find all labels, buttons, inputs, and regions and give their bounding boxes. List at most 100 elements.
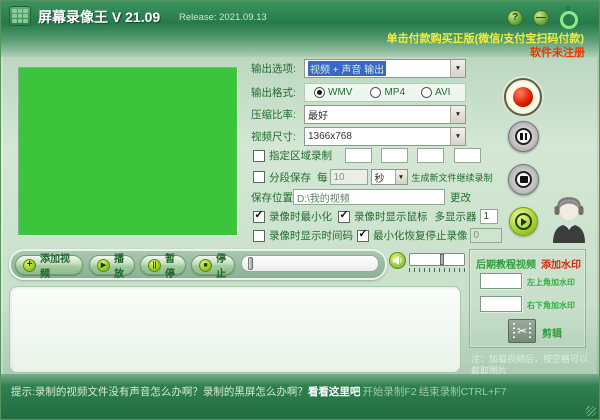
checkbox-segment-save[interactable] (253, 171, 265, 183)
pause-icon (515, 128, 532, 145)
check-icon: ✓ (358, 228, 368, 240)
checkbox-show-cursor[interactable]: ✓ (338, 210, 350, 223)
chevron-down-icon[interactable]: ▼ (450, 60, 465, 77)
multi-display-label: 多显示器 (434, 211, 477, 223)
pause-icon: || (148, 258, 161, 272)
save-location-input[interactable]: D:\我的视频 (293, 189, 445, 205)
pause-record-button[interactable] (508, 121, 539, 152)
compression-label: 压缩比率: (251, 109, 296, 121)
checkbox-minimize-on-record[interactable]: ✓ (253, 210, 265, 223)
video-preview-area (18, 67, 238, 236)
radio-wmv-label: WMV (328, 87, 353, 98)
watermark-label-1: 左上角加水印 (527, 278, 575, 287)
play-record-button[interactable] (509, 207, 538, 236)
segment-unit-select[interactable]: 秒 ▼ (370, 169, 408, 185)
watermark-input-1[interactable] (480, 273, 522, 289)
radio-avi-label: AVI (435, 87, 451, 98)
record-options-row-2: 录像时显示时间码 ✓ 最小化恢复停止录像 0 (253, 228, 502, 243)
change-location-button[interactable]: 更改 (450, 190, 471, 205)
chevron-down-icon[interactable]: ▼ (450, 106, 465, 123)
radio-mp4[interactable] (370, 87, 382, 98)
seek-slider[interactable] (241, 255, 379, 272)
segment-save-row: 分段保存 每 10 秒 ▼ 生成新文件继续录制 (253, 169, 493, 185)
video-size-label: 视频尺寸: (251, 131, 296, 143)
volume-slider-handle[interactable] (440, 254, 444, 265)
status-tip: 提示:录制的视频文件没有声音怎么办啊？录制的黑屏怎么办啊？ (11, 386, 308, 398)
region-record-row: 指定区域录制 (253, 148, 481, 163)
status-tip-link[interactable]: 看看这里吧 (308, 386, 361, 398)
record-button[interactable] (504, 78, 542, 116)
segment-seconds-input[interactable]: 10 (329, 169, 368, 185)
video-size-row: 视频尺寸: 1366x768 ▼ (251, 127, 466, 146)
output-option-select[interactable]: 视频 + 声音 输出 ▼ (304, 59, 466, 78)
chevron-down-icon[interactable]: ▼ (450, 128, 465, 145)
release-date: Release: 2021.09.13 (179, 12, 267, 23)
segment-unit-value: 秒 (374, 173, 385, 185)
compression-select[interactable]: 最好 ▼ (304, 105, 466, 124)
compression-value: 最好 (308, 111, 328, 122)
video-list-box[interactable] (9, 286, 461, 373)
play-video-button[interactable]: ▶ 播放 (89, 254, 135, 280)
radio-mp4-label: MP4 (384, 87, 406, 98)
volume-slider[interactable] (409, 253, 465, 266)
output-option-label: 输出选项: (251, 63, 296, 75)
checkbox-show-timecode[interactable] (253, 229, 265, 242)
radio-avi[interactable] (421, 87, 433, 98)
resize-grip[interactable] (586, 406, 596, 416)
app-logo-icon (9, 6, 31, 26)
help-button[interactable]: ? (507, 10, 523, 26)
close-power-button[interactable] (558, 5, 582, 31)
watermark-input-2[interactable] (480, 296, 522, 312)
titlebar: 屏幕录像王 V 21.09 Release: 2021.09.13 ? — 单击… (1, 1, 599, 59)
volume-ruler-ticks (409, 268, 466, 272)
pause-label: 暂停 (165, 254, 175, 280)
region-x2-input[interactable] (417, 148, 444, 163)
volume-button[interactable] (389, 252, 406, 269)
region-x1-input[interactable] (345, 148, 372, 163)
stop-label: 停止 (216, 254, 226, 280)
plus-icon: + (23, 258, 36, 272)
hotkey-end: 结束录制CTRL+F7 (418, 386, 507, 398)
minimize-button[interactable]: — (533, 10, 549, 26)
seek-slider-handle[interactable] (248, 257, 253, 270)
checkbox-region-record[interactable] (253, 149, 265, 162)
checkbox-minimize-restore-stop[interactable]: ✓ (357, 228, 369, 242)
stop-record-button[interactable] (508, 164, 539, 195)
show-timecode-label: 录像时显示时间码 (269, 230, 353, 242)
region-y2-input[interactable] (454, 148, 481, 163)
minimize-restore-input[interactable]: 0 (469, 228, 502, 243)
unregistered-badge: 软件未注册 (530, 47, 585, 59)
multi-display-input[interactable]: 1 (479, 209, 498, 224)
clip-label: 剪辑 (542, 329, 562, 340)
scissors-icon: ✂ (516, 324, 528, 338)
support-avatar (549, 193, 589, 248)
app-title: 屏幕录像王 V 21.09 (38, 9, 161, 25)
output-option-value: 视频 + 声音 输出 (308, 61, 387, 76)
clip-video-button[interactable]: ✂ (508, 319, 536, 343)
play-icon: ▶ (97, 258, 110, 272)
watermark-panel: 后期教程视频 添加水印 左上角加水印 右下角加水印 ✂ 剪辑 (469, 249, 586, 348)
add-video-button[interactable]: + 添加视频 (15, 254, 83, 280)
radio-wmv[interactable] (314, 87, 325, 98)
add-watermark-button[interactable]: 添加水印 (541, 256, 581, 271)
segment-suffix-label: 生成新文件继续录制 (411, 172, 493, 183)
app-window: 屏幕录像王 V 21.09 Release: 2021.09.13 ? — 单击… (0, 0, 600, 420)
save-location-label: 保存位置 (251, 191, 293, 204)
hotkey-start: 开始录制F2 (362, 386, 417, 398)
minimize-restore-stop-label: 最小化恢复停止录像 (373, 230, 468, 242)
stop-video-button[interactable]: ■ 停止 (191, 254, 235, 280)
minimize-icon: — (536, 12, 546, 23)
video-size-select[interactable]: 1366x768 ▼ (304, 127, 466, 146)
stop-icon (515, 171, 532, 188)
output-format-group: WMV MP4 AVI (304, 83, 466, 102)
save-location-row: 保存位置 D:\我的视频 更改 (251, 189, 471, 205)
help-icon: ? (511, 12, 519, 23)
region-record-label: 指定区域录制 (269, 150, 332, 162)
play-label: 播放 (114, 254, 124, 280)
tutorial-video-label[interactable]: 后期教程视频 (476, 256, 536, 271)
region-y1-input[interactable] (381, 148, 408, 163)
watermark-label-2: 右下角加水印 (527, 301, 575, 310)
compression-row: 压缩比率: 最好 ▼ (251, 105, 466, 124)
pause-video-button[interactable]: || 暂停 (140, 254, 186, 280)
chevron-down-icon[interactable]: ▼ (394, 170, 407, 184)
